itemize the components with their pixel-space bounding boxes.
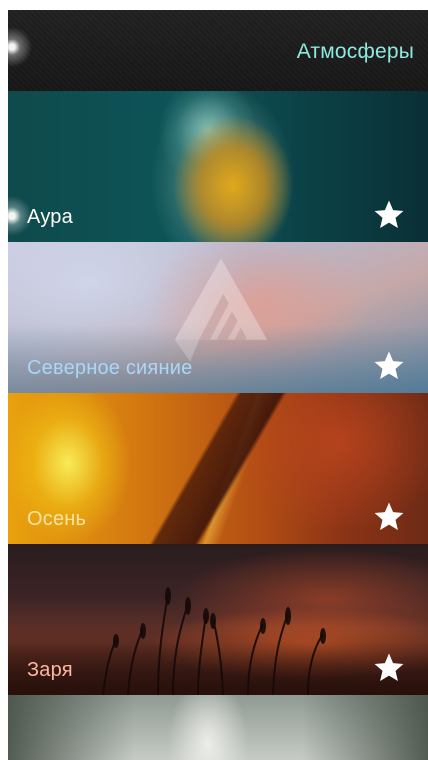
header-bar: Атмосферы [8, 10, 428, 91]
atmosphere-card-autumn[interactable]: Осень [8, 393, 428, 544]
atmosphere-card-fog[interactable] [8, 695, 428, 760]
atmosphere-label: Северное сияние [27, 357, 193, 379]
atmosphere-card-northern-lights[interactable]: Северное сияние [8, 242, 428, 393]
triangle-logo-icon [174, 258, 268, 362]
page-title: Атмосферы [296, 40, 414, 63]
star-icon[interactable] [372, 500, 406, 534]
atmosphere-card-aura[interactable]: Аура [8, 91, 428, 242]
atmosphere-label: Заря [27, 659, 73, 681]
star-icon[interactable] [372, 349, 406, 383]
star-icon[interactable] [372, 651, 406, 685]
star-icon[interactable] [372, 198, 406, 232]
atmosphere-label: Аура [27, 206, 73, 228]
atmosphere-label: Осень [27, 508, 87, 530]
atmosphere-card-dawn[interactable]: Заря [8, 544, 428, 695]
atmospheres-screen: Атмосферы Аура Северное сияние Осень Зар… [8, 10, 428, 760]
